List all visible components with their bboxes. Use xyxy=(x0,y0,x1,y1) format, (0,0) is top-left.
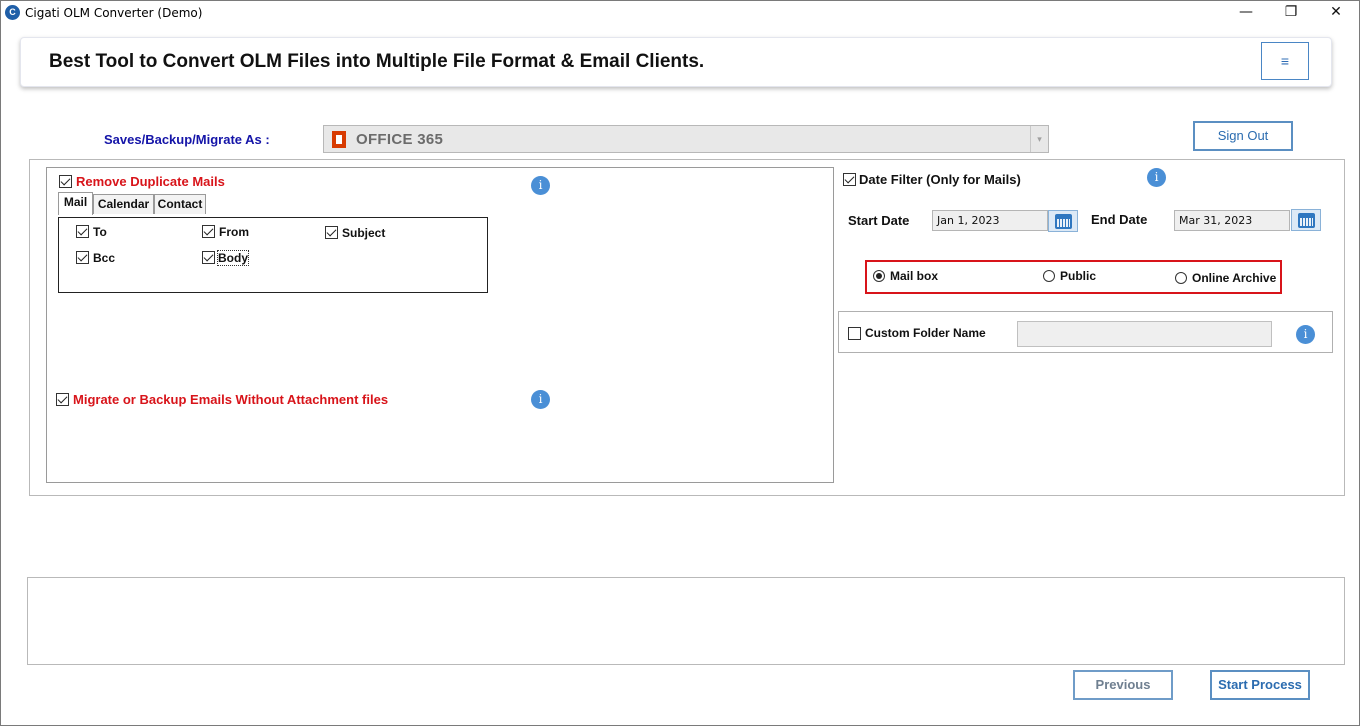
field-subject-checkbox[interactable] xyxy=(325,226,338,239)
tab-contact[interactable]: Contact xyxy=(154,194,206,214)
previous-button[interactable]: Previous xyxy=(1073,670,1173,700)
saves-as-label: Saves/Backup/Migrate As : xyxy=(104,132,270,147)
end-date-label: End Date xyxy=(1091,212,1148,227)
field-to-checkbox[interactable] xyxy=(76,225,89,238)
field-to-label: To xyxy=(93,225,107,239)
remove-duplicate-checkbox[interactable] xyxy=(59,175,72,188)
custom-folder-label: Custom Folder Name xyxy=(865,326,986,340)
chevron-down-icon[interactable]: ▾ xyxy=(1030,126,1048,152)
log-area xyxy=(27,577,1345,665)
sign-out-button[interactable]: Sign Out xyxy=(1193,121,1293,151)
info-icon[interactable]: i xyxy=(1296,325,1315,344)
field-from-checkbox[interactable] xyxy=(202,225,215,238)
field-from-label: From xyxy=(219,225,249,239)
minimize-button[interactable]: — xyxy=(1223,1,1269,25)
online-archive-radio[interactable] xyxy=(1175,272,1187,284)
app-logo-icon: C xyxy=(5,5,20,20)
start-date-picker-button[interactable] xyxy=(1048,210,1078,232)
info-icon[interactable]: i xyxy=(531,176,550,195)
tab-mail[interactable]: Mail xyxy=(58,192,93,215)
start-date-label: Start Date xyxy=(848,213,910,228)
remove-duplicate-label: Remove Duplicate Mails xyxy=(76,174,225,189)
public-radio[interactable] xyxy=(1043,270,1055,282)
start-process-button[interactable]: Start Process xyxy=(1210,670,1310,700)
window-title: Cigati OLM Converter (Demo) xyxy=(25,6,203,20)
mailbox-radio-label: Mail box xyxy=(890,269,939,283)
field-bcc-label: Bcc xyxy=(93,251,116,265)
custom-folder-input[interactable] xyxy=(1017,321,1272,347)
header-banner: Best Tool to Convert OLM Files into Mult… xyxy=(20,37,1332,87)
saves-as-selected: OFFICE 365 xyxy=(356,131,444,148)
date-filter-checkbox[interactable] xyxy=(843,173,856,186)
end-date-input[interactable]: Mar 31, 2023 xyxy=(1174,210,1290,231)
without-attachments-label: Migrate or Backup Emails Without Attachm… xyxy=(73,392,389,407)
field-body-label: Body xyxy=(217,250,249,266)
end-date-picker-button[interactable] xyxy=(1291,209,1321,231)
calendar-icon xyxy=(1055,214,1072,229)
menu-button[interactable]: ≡ xyxy=(1261,42,1309,80)
start-date-input[interactable]: Jan 1, 2023 xyxy=(932,210,1048,231)
mail-duplicate-fields xyxy=(58,217,488,293)
field-subject-label: Subject xyxy=(342,226,386,240)
date-filter-label: Date Filter (Only for Mails) xyxy=(859,172,1021,187)
info-icon[interactable]: i xyxy=(1147,168,1166,187)
calendar-icon xyxy=(1298,213,1315,228)
close-button[interactable]: ✕ xyxy=(1313,1,1359,25)
field-body-checkbox[interactable] xyxy=(202,251,215,264)
saves-as-dropdown[interactable]: OFFICE 365 ▾ xyxy=(323,125,1049,153)
banner-title: Best Tool to Convert OLM Files into Mult… xyxy=(49,51,705,72)
maximize-button[interactable]: ❐ xyxy=(1268,1,1314,25)
mailbox-radio[interactable] xyxy=(873,270,885,282)
field-bcc-checkbox[interactable] xyxy=(76,251,89,264)
online-archive-radio-label: Online Archive xyxy=(1192,271,1277,285)
info-icon[interactable]: i xyxy=(531,390,550,409)
custom-folder-checkbox[interactable] xyxy=(848,327,861,340)
hamburger-icon: ≡ xyxy=(1280,53,1290,69)
office-365-icon xyxy=(332,131,346,148)
left-options-panel xyxy=(46,167,834,483)
without-attachments-checkbox[interactable] xyxy=(56,393,69,406)
title-bar: C Cigati OLM Converter (Demo) — ❐ ✕ xyxy=(1,1,1359,25)
tab-calendar[interactable]: Calendar xyxy=(93,194,154,214)
app-window: C Cigati OLM Converter (Demo) — ❐ ✕ Best… xyxy=(0,0,1360,726)
public-radio-label: Public xyxy=(1060,269,1097,283)
